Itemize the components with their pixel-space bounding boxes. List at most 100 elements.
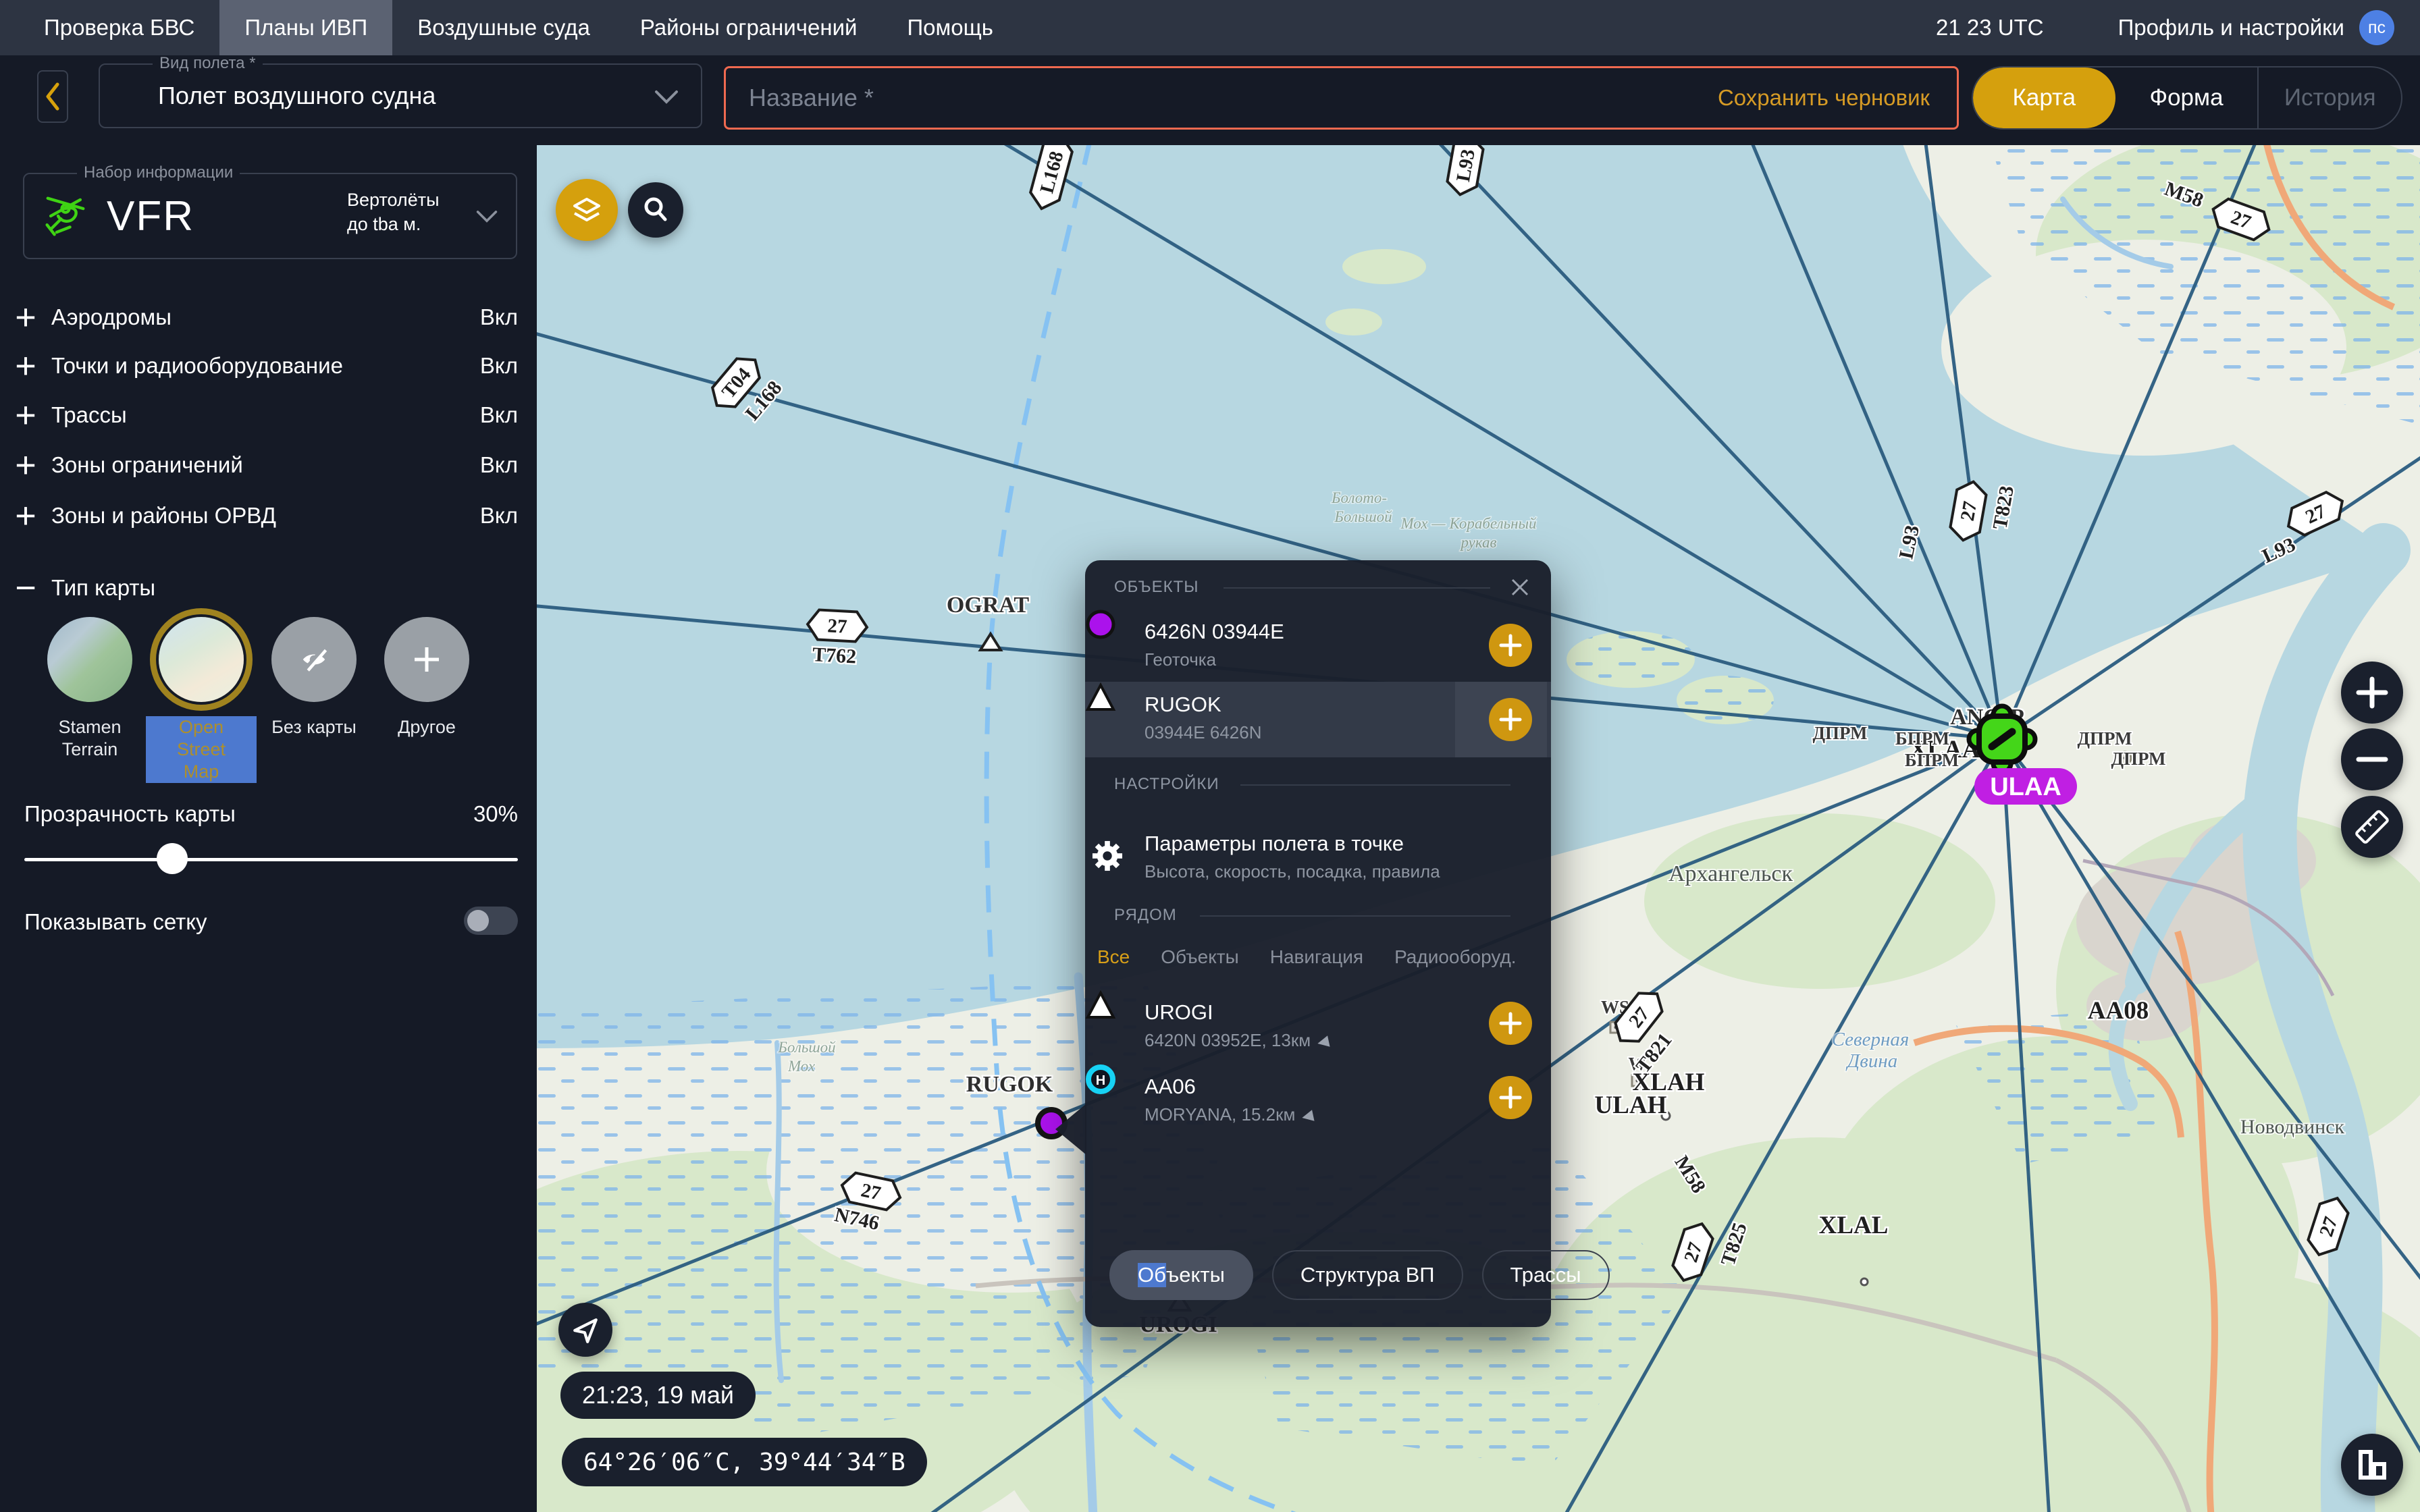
topbar-right: 21 23 UTC Профиль и настройки пс: [1936, 0, 2394, 55]
map-label: Новодвинск: [2240, 1116, 2345, 1138]
map-label: ДПРМ: [2111, 749, 2165, 769]
map-label: Мох: [787, 1058, 816, 1075]
add-to-plan-button[interactable]: [1489, 698, 1532, 741]
opacity-slider-thumb[interactable]: [157, 843, 188, 874]
add-to-plan-button[interactable]: [1489, 624, 1532, 667]
airport-label-ulaa[interactable]: ULAA: [1974, 768, 2077, 805]
search-button[interactable]: [628, 182, 683, 238]
map-label: БПРМ: [1905, 750, 1959, 770]
nearby-item-aa06[interactable]: HAA06MORYANA, 15.2км◀: [1085, 1064, 1551, 1131]
plus-icon: [1499, 708, 1522, 731]
map-canvas[interactable]: OGRATRUGOKUROGIXLAHULAHXLALAA08XLAAANGIP…: [537, 145, 2420, 1512]
nav-item-1[interactable]: Проверка БВС: [19, 0, 219, 55]
sidebar-map-type-section[interactable]: −Тип карты: [0, 564, 537, 612]
nav-item-2[interactable]: Планы ИВП: [219, 0, 392, 55]
location-arrow-icon: [571, 1316, 600, 1344]
gear-icon: [1092, 840, 1123, 871]
info-set-label: Набор информации: [77, 163, 240, 182]
nearby-tab-объекты[interactable]: Объекты: [1161, 946, 1238, 968]
flight-type-select[interactable]: Вид полета * Полет воздушного судна: [99, 63, 702, 128]
expand-plus-icon[interactable]: +: [0, 395, 51, 435]
map-label: Большой: [1334, 508, 1392, 525]
popup-button-объекты[interactable]: Объекты: [1109, 1250, 1253, 1300]
show-grid-toggle[interactable]: [464, 907, 518, 935]
helipad-icon: H: [1085, 1064, 1116, 1095]
map-label: ДПРМ: [1812, 723, 1867, 743]
ruler-button[interactable]: [2341, 796, 2403, 858]
map-type-none[interactable]: [271, 617, 357, 702]
nav-item-5[interactable]: Помощь: [882, 0, 1018, 55]
flight-type-value: Полет воздушного судна: [158, 82, 436, 110]
zoom-in-button[interactable]: [2341, 662, 2403, 724]
chevron-down-icon: [475, 209, 498, 224]
map-type-label: OpenStreetMap: [146, 716, 257, 783]
expand-plus-icon[interactable]: +: [0, 346, 51, 386]
back-button[interactable]: [37, 70, 68, 123]
sidebar-layer-1[interactable]: +АэродромыВкл: [0, 293, 537, 342]
nearby-tab-навигация[interactable]: Навигация: [1270, 946, 1363, 968]
map-label: OGRAT: [947, 593, 1029, 618]
plus-icon: [1499, 634, 1522, 657]
map-label: ДПРМ: [2077, 728, 2132, 749]
object-item-rugok[interactable]: RUGOK03944E 6426N: [1085, 682, 1551, 757]
settings-section-header: НАСТРОЙКИ: [1114, 775, 1219, 794]
nearby-item-urogi[interactable]: UROGI6420N 03952E, 13км◀: [1085, 990, 1551, 1057]
bar-chart-icon: [2355, 1448, 2389, 1482]
avatar[interactable]: пс: [2359, 10, 2394, 45]
collapse-minus-icon[interactable]: −: [0, 568, 51, 608]
show-grid-label: Показывать сетку: [24, 909, 207, 935]
plan-name-input[interactable]: [726, 68, 1718, 128]
close-icon[interactable]: [1505, 572, 1535, 602]
layers-button[interactable]: [556, 179, 618, 241]
tab-история[interactable]: История: [2257, 68, 2401, 128]
nearby-filter-tabs: Все Объекты Навигация Радиооборуд.: [1097, 946, 1517, 968]
nearby-tab-радиооборуд[interactable]: Радиооборуд.: [1394, 946, 1517, 968]
sidebar-layer-5[interactable]: +Зоны и районы ОРВДВкл: [0, 491, 537, 540]
info-set-select[interactable]: Набор информации VFR Вертолётыдо tba м.: [23, 173, 517, 259]
svg-text:27: 27: [827, 615, 848, 637]
minus-icon: [2356, 743, 2388, 776]
utc-clock: 21 23 UTC: [1936, 15, 2044, 40]
flight-params-item[interactable]: Параметры полета в точке Высота, скорост…: [1085, 821, 1551, 891]
nearby-tab-все[interactable]: Все: [1097, 946, 1130, 968]
map-label: Мох — Корабельный: [1400, 515, 1537, 532]
nav-item-3[interactable]: Воздушные суда: [392, 0, 615, 55]
map-label: Архангельск: [1668, 861, 1793, 886]
sidebar-layer-4[interactable]: +Зоны ограниченийВкл: [0, 441, 537, 489]
expand-plus-icon[interactable]: +: [0, 495, 51, 536]
sidebar-layer-2[interactable]: +Точки и радиооборудованиеВкл: [0, 342, 537, 390]
plus-icon: [2356, 676, 2388, 709]
add-to-plan-button[interactable]: [1489, 1076, 1532, 1119]
map-label: БПРМ: [1895, 728, 1949, 749]
sidebar-layer-3[interactable]: +ТрассыВкл: [0, 391, 537, 439]
popup-button-трассы[interactable]: Трассы: [1482, 1250, 1610, 1300]
popup-button-структура-вп[interactable]: Структура ВП: [1272, 1250, 1463, 1300]
plus-icon: [1499, 1086, 1522, 1109]
map-label: Северная: [1832, 1029, 1910, 1050]
tab-карта[interactable]: Карта: [1973, 68, 2115, 128]
locate-button[interactable]: [558, 1303, 612, 1357]
map-label: рукав: [1459, 534, 1496, 551]
profile-settings-link[interactable]: Профиль и настройки: [2118, 15, 2344, 40]
tab-форма[interactable]: Форма: [2115, 68, 2258, 128]
nav-item-4[interactable]: Районы ограничений: [615, 0, 883, 55]
flight-params-subtitle: Высота, скорость, посадка, правила: [1145, 861, 1440, 882]
legend-button[interactable]: [2341, 1434, 2403, 1496]
map-type-add[interactable]: [384, 617, 469, 702]
add-to-plan-button[interactable]: [1489, 1002, 1532, 1045]
expand-plus-icon[interactable]: +: [0, 445, 51, 485]
svg-text:ULAA: ULAA: [1990, 773, 2061, 801]
save-draft-button[interactable]: Сохранить черновик: [1718, 85, 1957, 111]
main-nav: Проверка БВСПланы ИВПВоздушные судаРайон…: [0, 0, 1018, 55]
map-type-osm[interactable]: [159, 617, 244, 702]
map-label: Двина: [1845, 1050, 1897, 1072]
waypoint-triangle-icon: [1085, 682, 1116, 713]
popup-footer-buttons: Объекты Структура ВП Трассы: [1109, 1250, 1610, 1300]
object-item-6426n-03944e[interactable]: 6426N 03944EГеоточка: [1085, 609, 1551, 682]
expand-plus-icon[interactable]: +: [0, 297, 51, 338]
opacity-slider-track[interactable]: [24, 858, 518, 861]
map-label: Большой: [777, 1039, 836, 1056]
zoom-out-button[interactable]: [2341, 728, 2403, 790]
map-opacity-value: 30%: [473, 801, 518, 827]
map-type-stamen[interactable]: [47, 617, 132, 702]
